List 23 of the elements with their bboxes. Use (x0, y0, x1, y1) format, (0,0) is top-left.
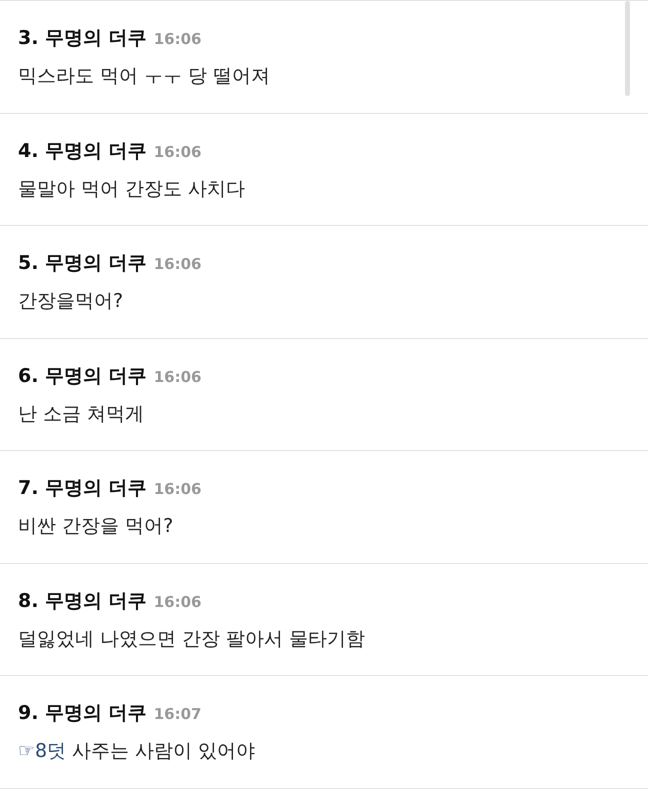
comment-text: 물말아 먹어 간장도 사치다 (18, 176, 246, 202)
scrollbar-thumb[interactable] (625, 1, 630, 96)
comment-text: 덜잃었네 나였으면 간장 팔아서 물타기함 (18, 626, 366, 652)
comment-author: 7. 무명의 더쿠 (18, 476, 147, 501)
comment-author: 5. 무명의 더쿠 (18, 251, 147, 276)
reply-link[interactable]: ☞8덧 (18, 738, 66, 764)
comment-time: 16:06 (154, 368, 202, 386)
comment-author: 9. 무명의 더쿠 (18, 701, 147, 726)
comment-time: 16:06 (154, 255, 202, 273)
comment-author: 6. 무명의 더쿠 (18, 364, 147, 388)
comment-time: 16:06 (154, 142, 202, 160)
comment-time: 16:06 (154, 592, 202, 610)
comment-author: 4. 무명의 더쿠 (18, 138, 147, 164)
comment-text: 믹스라도 먹어 ㅜㅜ 당 떨어져 (18, 64, 270, 89)
comment-author: 3. 무명의 더쿠 (18, 26, 147, 51)
comment-time: 16:07 (154, 705, 202, 723)
comment-author: 8. 무명의 더쿠 (18, 588, 147, 614)
comment-time: 16:06 (154, 480, 202, 498)
comment-text: 비싼 간장을 먹어? (18, 514, 174, 539)
comment-text: 사주는 사람이 있어야 (72, 739, 256, 764)
comment-text: 난 소금 쳐먹게 (18, 402, 144, 426)
comment-time: 16:06 (154, 30, 202, 48)
comment-text: 간장을먹어? (18, 289, 124, 314)
